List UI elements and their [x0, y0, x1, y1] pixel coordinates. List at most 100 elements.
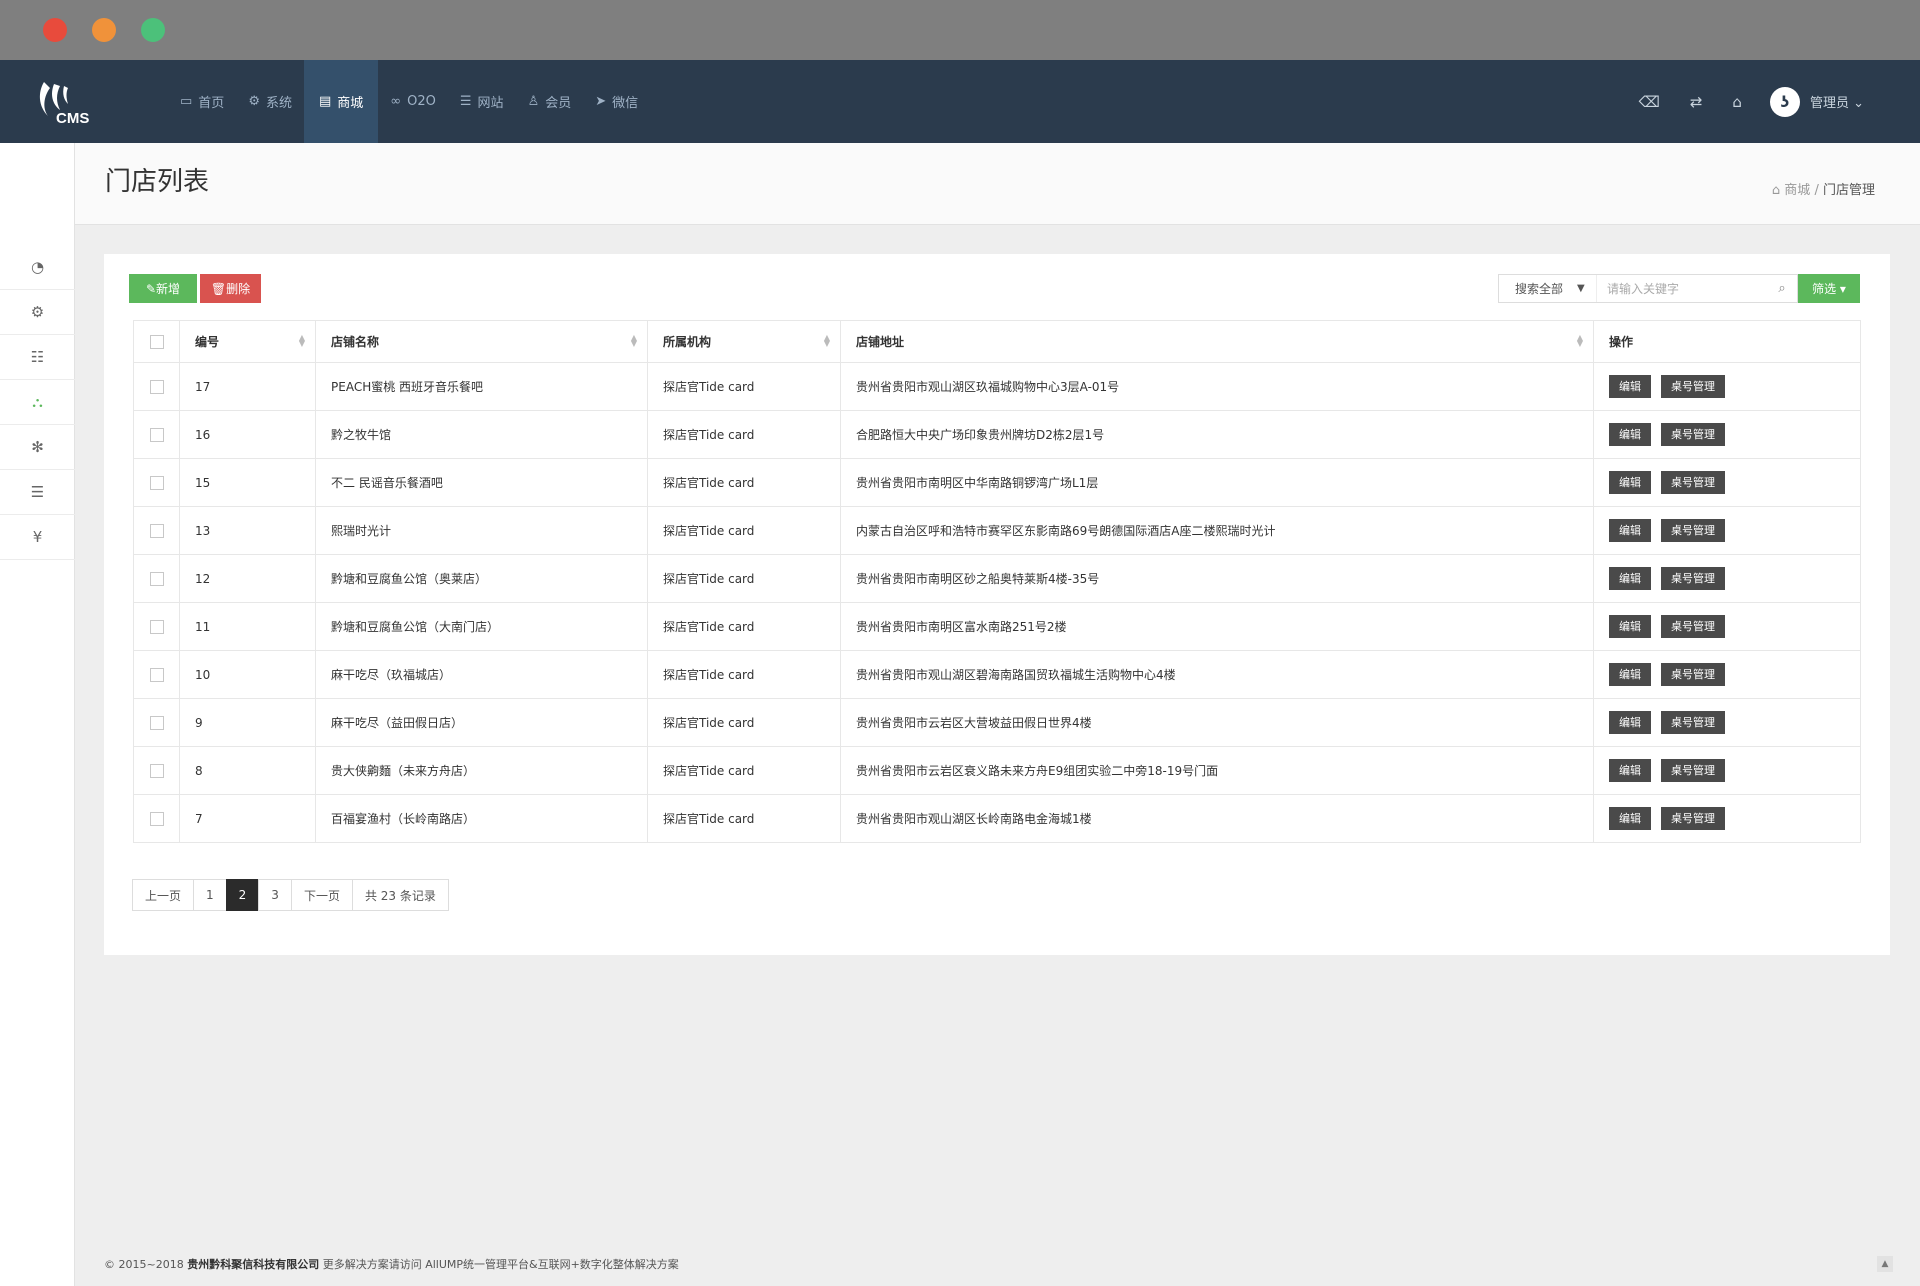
- edit-button[interactable]: 编辑: [1609, 615, 1651, 638]
- edit-button[interactable]: 编辑: [1609, 471, 1651, 494]
- edit-button[interactable]: 编辑: [1609, 567, 1651, 590]
- total-records: 共 23 条记录: [351, 879, 449, 911]
- footer-text: 更多解决方案请访问 AllUMP统一管理平台&互联网+数字化整体解决方案: [322, 1258, 679, 1271]
- nav-item-label: 微信: [612, 96, 639, 111]
- list-icon[interactable]: ☷: [0, 335, 75, 380]
- add-button[interactable]: ✎ 新增: [129, 274, 197, 303]
- page-title: 门店列表: [105, 167, 210, 197]
- pie-chart-icon[interactable]: ◔: [0, 245, 75, 290]
- nav-item-o2o[interactable]: ∞ O2O: [378, 60, 448, 143]
- row-checkbox[interactable]: [149, 667, 164, 682]
- cell-id: 13: [179, 506, 316, 555]
- page-button-1[interactable]: 1: [193, 879, 227, 911]
- minimize-window-button[interactable]: [92, 18, 116, 42]
- edit-button[interactable]: 编辑: [1609, 375, 1651, 398]
- delete-button[interactable]: 🗑 删除: [200, 274, 261, 303]
- nav-item-website[interactable]: ☰ 网站: [448, 60, 516, 143]
- search-scope-select[interactable]: 搜索全部 ▼: [1499, 275, 1597, 302]
- sort-icon: ▲ ▼: [630, 333, 637, 348]
- col-ops-header: 操作: [1593, 320, 1861, 363]
- cell-address: 内蒙古自治区呼和浩特市赛罕区东影南路69号朗德国际酒店A座二楼熙瑞时光计: [840, 506, 1594, 555]
- nav-item-label: 首页: [198, 96, 225, 111]
- admin-menu[interactable]: 管理员 ⌄: [1810, 92, 1864, 111]
- col-name-label: 店铺名称: [331, 335, 380, 349]
- yen-icon[interactable]: ¥: [0, 515, 75, 560]
- nav-item-member[interactable]: ♙ 会员: [516, 60, 584, 143]
- cell-name: PEACH蜜桃 西班牙音乐餐吧: [315, 362, 648, 411]
- footer-company[interactable]: 贵州黔科聚信科技有限公司: [187, 1258, 319, 1271]
- cell-ops: 编辑 桌号管理: [1593, 362, 1861, 411]
- page-button-2[interactable]: 2: [225, 879, 260, 911]
- cell-ops: 编辑 桌号管理: [1593, 650, 1861, 699]
- nav-item-wechat[interactable]: ➤ 微信: [583, 60, 650, 143]
- sliders-icon[interactable]: ☰: [0, 470, 75, 515]
- nav-item-system[interactable]: ⚙ 系统: [236, 60, 304, 143]
- table-mgmt-button[interactable]: 桌号管理: [1661, 663, 1725, 686]
- col-org-label: 所属机构: [663, 335, 712, 349]
- table-mgmt-button[interactable]: 桌号管理: [1661, 759, 1725, 782]
- table-mgmt-button[interactable]: 桌号管理: [1661, 375, 1725, 398]
- col-name-header[interactable]: 店铺名称 ▲ ▼: [315, 320, 648, 363]
- nav-item-mall[interactable]: ▤ 商城: [303, 60, 379, 143]
- table-header-row: 编号 ▲ ▼ 店铺名称 ▲ ▼ 所属机构 ▲ ▼ 店铺地址 ▲ ▼ 操作: [133, 320, 1861, 363]
- chevron-down-icon: ⌄: [1853, 96, 1864, 111]
- monitor-icon: ▭: [180, 94, 193, 109]
- row-checkbox[interactable]: [149, 763, 164, 778]
- table-mgmt-button[interactable]: 桌号管理: [1661, 423, 1725, 446]
- row-checkbox[interactable]: [149, 811, 164, 826]
- shuffle-icon[interactable]: ⇄: [1690, 93, 1703, 111]
- filter-button[interactable]: 筛选 ▾: [1798, 274, 1860, 303]
- close-window-button[interactable]: [43, 18, 67, 42]
- next-page-button[interactable]: 下一页: [290, 879, 353, 911]
- table-mgmt-button[interactable]: 桌号管理: [1661, 615, 1725, 638]
- send-icon: ➤: [595, 94, 607, 109]
- table-mgmt-button[interactable]: 桌号管理: [1661, 711, 1725, 734]
- nav-item-home[interactable]: ▭ 首页: [168, 60, 236, 143]
- home-icon[interactable]: ⌂: [1732, 93, 1742, 111]
- row-checkbox[interactable]: [149, 427, 164, 442]
- eraser-icon[interactable]: ⌫: [1639, 93, 1660, 111]
- sort-icon: ▲ ▼: [1576, 333, 1583, 348]
- col-id-header[interactable]: 编号 ▲ ▼: [179, 320, 316, 363]
- edit-button[interactable]: 编辑: [1609, 807, 1651, 830]
- sitemap-icon[interactable]: ⛬: [0, 380, 75, 425]
- edit-button[interactable]: 编辑: [1609, 663, 1651, 686]
- row-checkbox[interactable]: [149, 715, 164, 730]
- table-mgmt-button[interactable]: 桌号管理: [1661, 807, 1725, 830]
- avatar[interactable]: ʖ: [1769, 86, 1800, 117]
- row-checkbox[interactable]: [149, 523, 164, 538]
- app-logo[interactable]: CMS: [34, 78, 104, 127]
- row-checkbox[interactable]: [149, 379, 164, 394]
- table-row: 15 不二 民谣音乐餐酒吧 探店官Tide card 贵州省贵阳市南明区中华南路…: [133, 458, 1861, 507]
- search-input[interactable]: [1597, 275, 1767, 302]
- col-address-header[interactable]: 店铺地址 ▲ ▼: [840, 320, 1594, 363]
- edit-button[interactable]: 编辑: [1609, 711, 1651, 734]
- select-all-checkbox[interactable]: [149, 334, 164, 349]
- col-org-header[interactable]: 所属机构 ▲ ▼: [647, 320, 841, 363]
- table-mgmt-button[interactable]: 桌号管理: [1661, 567, 1725, 590]
- edit-button[interactable]: 编辑: [1609, 423, 1651, 446]
- breadcrumb-parent[interactable]: 商城: [1784, 183, 1810, 198]
- row-checkbox[interactable]: [149, 475, 164, 490]
- database-icon: ☰: [459, 94, 472, 109]
- table-mgmt-button[interactable]: 桌号管理: [1661, 471, 1725, 494]
- search-icon[interactable]: ⌕: [1767, 281, 1797, 296]
- page-button-3[interactable]: 3: [258, 879, 292, 911]
- cell-address: 贵州省贵阳市南明区富水南路251号2楼: [840, 602, 1594, 651]
- gears-icon[interactable]: ⚙: [0, 290, 75, 335]
- row-checkbox[interactable]: [149, 571, 164, 586]
- table-mgmt-button[interactable]: 桌号管理: [1661, 519, 1725, 542]
- chevron-down-icon: ▼: [1577, 283, 1585, 294]
- maximize-window-button[interactable]: [141, 18, 165, 42]
- edit-button[interactable]: 编辑: [1609, 519, 1651, 542]
- prev-page-button[interactable]: 上一页: [132, 879, 195, 911]
- cell-org: 探店官Tide card: [647, 746, 841, 795]
- add-label: 新增: [156, 282, 181, 296]
- store-table: 编号 ▲ ▼ 店铺名称 ▲ ▼ 所属机构 ▲ ▼ 店铺地址 ▲ ▼ 操作 17 PEACH蜜桃 …: [133, 320, 1861, 843]
- logo-text: CMS: [56, 110, 89, 126]
- back-to-top-button[interactable]: ▲: [1877, 1256, 1893, 1272]
- cell-ops: 编辑 桌号管理: [1593, 458, 1861, 507]
- yelp-icon[interactable]: ✻: [0, 425, 75, 470]
- edit-button[interactable]: 编辑: [1609, 759, 1651, 782]
- row-checkbox[interactable]: [149, 619, 164, 634]
